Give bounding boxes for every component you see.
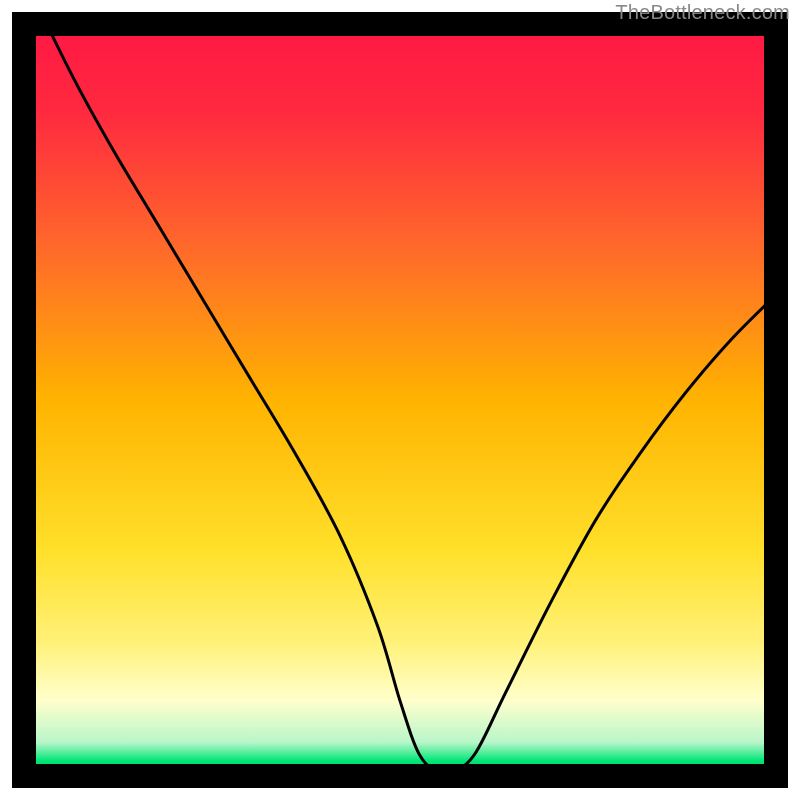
plot-background xyxy=(24,24,776,776)
bottleneck-chart xyxy=(0,0,800,800)
watermark-text: TheBottleneck.com xyxy=(615,2,790,25)
chart-container: TheBottleneck.com xyxy=(0,0,800,800)
